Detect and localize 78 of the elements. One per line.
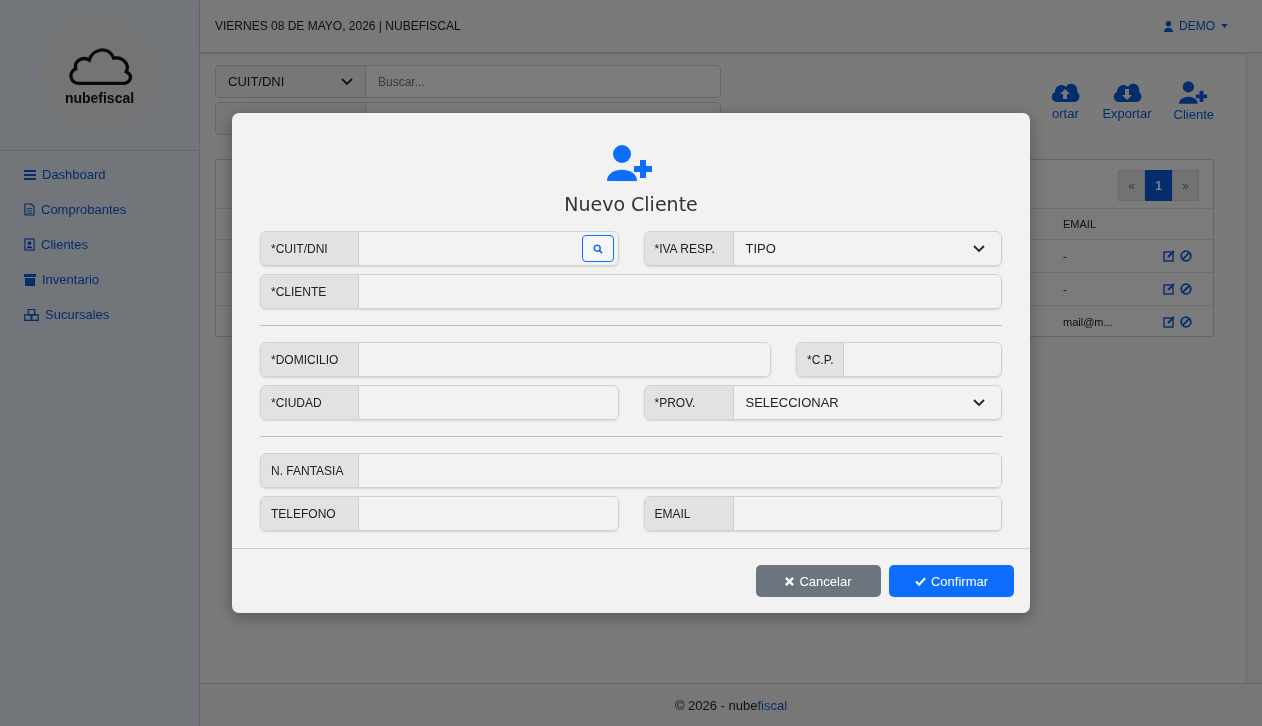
form-field[interactable]: *C.P. bbox=[796, 342, 1002, 377]
check-icon bbox=[914, 576, 926, 586]
sidebar-item[interactable]: Dashboard bbox=[0, 157, 199, 192]
copyright-text: © 2026 - nubefiscal bbox=[674, 697, 788, 713]
field-label: *CUIT/DNI bbox=[261, 232, 359, 265]
form-field[interactable]: TELEFONO bbox=[260, 496, 619, 531]
column-header: EMAIL bbox=[1063, 218, 1097, 230]
form-field[interactable]: N. FANTASIA bbox=[260, 453, 1002, 488]
add-user-icon bbox=[1178, 81, 1209, 104]
confirm-button[interactable]: Confirmar bbox=[889, 565, 1014, 597]
table-cell-text: mail@m... bbox=[1063, 316, 1114, 328]
search-icon bbox=[592, 243, 603, 254]
sidebar-item[interactable]: Comprobantes bbox=[0, 192, 199, 227]
input-field[interactable] bbox=[359, 232, 618, 265]
field-label: *PROV. bbox=[644, 386, 734, 419]
close-icon bbox=[785, 576, 795, 586]
form-field[interactable]: *CIUDAD bbox=[260, 385, 619, 420]
page-link[interactable]: » bbox=[1172, 170, 1199, 201]
chevron-icon bbox=[341, 77, 353, 86]
chevron-icon bbox=[973, 244, 985, 253]
logo-text: nubefiscal bbox=[64, 90, 135, 106]
field-label: *CIUDAD bbox=[261, 386, 359, 419]
page-link[interactable]: « bbox=[1118, 170, 1145, 201]
add-user-icon bbox=[607, 145, 655, 181]
input-field[interactable] bbox=[359, 275, 1001, 308]
sidebar-item[interactable]: Inventario bbox=[0, 262, 199, 297]
field-label: *CLIENTE bbox=[261, 275, 359, 308]
page-link[interactable]: 1 bbox=[1145, 170, 1172, 201]
input-field[interactable] bbox=[359, 386, 618, 419]
modal-title: Nuevo Cliente bbox=[563, 193, 699, 215]
ban-icon[interactable] bbox=[1180, 250, 1192, 262]
user-menu[interactable]: DEMO bbox=[1164, 19, 1228, 33]
input-field[interactable] bbox=[733, 497, 1001, 530]
cloud-upload-icon bbox=[1050, 81, 1081, 103]
field-label: N. FANTASIA bbox=[261, 454, 359, 487]
select-field[interactable]: SELECCIONAR bbox=[733, 386, 1001, 419]
chevron-icon bbox=[973, 398, 985, 407]
input-field[interactable] bbox=[359, 454, 1001, 487]
input-field[interactable] bbox=[359, 343, 770, 376]
form-field[interactable]: *PROV. SELECCIONAR bbox=[643, 385, 1002, 420]
cloud-download-icon bbox=[1111, 81, 1142, 103]
form-field[interactable]: *CUIT/DNI bbox=[260, 231, 619, 266]
ban-icon[interactable] bbox=[1180, 316, 1192, 328]
caret-icon bbox=[1221, 24, 1228, 28]
toolbar-action[interactable]: Exportar bbox=[1102, 81, 1152, 135]
field-label: TELEFONO bbox=[261, 497, 359, 530]
edit-icon[interactable] bbox=[1163, 316, 1175, 328]
cubes-icon bbox=[24, 308, 39, 321]
menu-icon bbox=[24, 168, 36, 181]
form-field[interactable]: EMAIL bbox=[643, 496, 1002, 531]
toolbar-action[interactable]: Cliente bbox=[1173, 81, 1214, 135]
input-field[interactable] bbox=[844, 343, 1001, 376]
field-label: *DOMICILIO bbox=[261, 343, 359, 376]
form-field[interactable]: *DOMICILIO bbox=[260, 342, 771, 377]
form-field[interactable]: *CLIENTE bbox=[260, 274, 1002, 309]
input-field[interactable] bbox=[359, 497, 618, 530]
edit-icon[interactable] bbox=[1163, 250, 1175, 262]
table-cell-text: - bbox=[1063, 250, 1068, 262]
search-button[interactable] bbox=[581, 235, 614, 262]
field-label: *IVA RESP. bbox=[644, 232, 734, 265]
date-title: VIERNES 08 DE MAYO, 2026 | NUBEFISCAL bbox=[215, 19, 461, 33]
contact-card-icon bbox=[24, 238, 35, 251]
field-label: EMAIL bbox=[644, 497, 734, 530]
document-icon bbox=[24, 203, 35, 216]
form-field[interactable]: *IVA RESP. TIPO bbox=[643, 231, 1002, 266]
select-field[interactable]: TIPO bbox=[733, 232, 1001, 265]
sidebar-item[interactable]: Clientes bbox=[0, 227, 199, 262]
toolbar-action[interactable]: ortar bbox=[1050, 81, 1081, 135]
sidebar-item[interactable]: Sucursales bbox=[0, 297, 199, 332]
archive-box-icon bbox=[24, 273, 36, 286]
ban-icon[interactable] bbox=[1180, 283, 1192, 295]
search-bar[interactable]: CUIT/DNI Buscar... bbox=[215, 65, 721, 98]
table-cell-text: - bbox=[1063, 283, 1068, 295]
user-icon bbox=[1164, 20, 1173, 32]
edit-icon[interactable] bbox=[1163, 283, 1175, 295]
cancel-button[interactable]: Cancelar bbox=[756, 565, 881, 597]
field-label: *C.P. bbox=[797, 343, 845, 376]
filter-select[interactable]: CUIT/DNI bbox=[216, 66, 366, 97]
